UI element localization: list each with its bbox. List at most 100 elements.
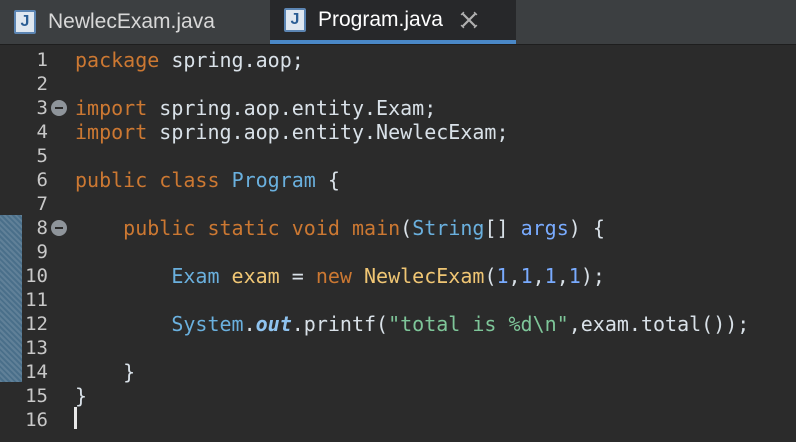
code-token: Program	[231, 168, 316, 192]
code-token: import	[75, 96, 148, 120]
code-token: class	[159, 168, 220, 192]
code-line[interactable]: 3 import spring.aop.entity.Exam;	[0, 96, 796, 120]
fold-collapse-icon[interactable]	[51, 100, 67, 116]
code-token: .	[243, 312, 256, 336]
code-text: System.out.printf("total is %d\n",exam.t…	[75, 312, 749, 336]
code-token: args	[520, 216, 569, 240]
code-token: exam	[231, 264, 280, 288]
line-number: 16	[25, 409, 48, 431]
code-token: (	[400, 216, 413, 240]
code-token: "total is %d\n"	[388, 312, 569, 336]
code-token: (	[484, 264, 497, 288]
code-token: .printf(	[291, 312, 389, 336]
line-number: 2	[36, 73, 48, 95]
line-number: 11	[25, 289, 48, 311]
code-token: out	[255, 312, 292, 336]
tab-newlecexam-java[interactable]: J NewlecExam.java	[0, 0, 270, 44]
code-token: static	[207, 216, 280, 240]
code-line[interactable]: 2	[0, 72, 796, 96]
code-line[interactable]: 14 }	[0, 360, 796, 384]
java-file-icon: J	[14, 10, 36, 34]
code-line[interactable]: 11	[0, 288, 796, 312]
code-line[interactable]: 15}	[0, 384, 796, 408]
code-token: package	[75, 48, 160, 72]
line-number: 7	[36, 193, 48, 215]
code-token: }	[75, 384, 88, 408]
code-line[interactable]: 4 import spring.aop.entity.NewlecExam;	[0, 120, 796, 144]
code-text: public class Program {	[75, 168, 340, 192]
text-caret	[74, 407, 77, 429]
code-line[interactable]: 7	[0, 192, 796, 216]
code-token: Exam	[171, 264, 220, 288]
code-token: ,exam.total());	[568, 312, 750, 336]
line-number: 13	[25, 337, 48, 359]
code-token: spring.aop.entity.NewlecExam;	[147, 120, 509, 144]
code-text: import spring.aop.entity.Exam;	[75, 96, 436, 120]
line-number: 3	[36, 97, 48, 119]
code-line[interactable]: 12 System.out.printf("total is %d\n",exa…	[0, 312, 796, 336]
code-line[interactable]: 9	[0, 240, 796, 264]
tab-program-java[interactable]: J Program.java	[270, 0, 516, 44]
code-token: NewlecExam	[364, 264, 485, 288]
close-icon[interactable]	[459, 10, 479, 30]
line-number: 15	[25, 385, 48, 407]
code-token: new	[315, 264, 352, 288]
code-line[interactable]: 1 package spring.aop;	[0, 48, 796, 72]
code-token: main	[351, 216, 401, 240]
line-number: 10	[25, 265, 48, 287]
tab-label: NewlecExam.java	[48, 10, 215, 33]
tab-label: Program.java	[318, 8, 443, 31]
editor-tab-bar: J NewlecExam.java J Program.java	[0, 0, 796, 45]
line-number: 5	[36, 145, 48, 167]
code-token: 1	[568, 264, 581, 288]
line-number: 9	[36, 241, 48, 263]
code-text: import spring.aop.entity.NewlecExam;	[75, 120, 508, 144]
code-token: {	[315, 168, 340, 192]
code-line[interactable]: 8 public static void main(String[] args)…	[0, 216, 796, 240]
code-token: import	[75, 120, 148, 144]
line-number: 14	[25, 361, 48, 383]
code-token: 1	[520, 264, 533, 288]
code-line[interactable]: 5	[0, 144, 796, 168]
code-line[interactable]: 13	[0, 336, 796, 360]
java-file-icon: J	[284, 8, 306, 32]
code-token: ) {	[568, 216, 605, 240]
code-line[interactable]: 6 public class Program {	[0, 168, 796, 192]
code-text: }	[75, 384, 87, 408]
code-line[interactable]: 16	[0, 408, 796, 432]
code-token: 1	[496, 264, 509, 288]
code-token: ,	[508, 264, 521, 288]
code-token: []	[484, 216, 521, 240]
code-text: public static void main(String[] args) {	[75, 216, 605, 240]
code-token: String	[412, 216, 485, 240]
code-token: System	[171, 312, 244, 336]
line-number: 4	[36, 121, 48, 143]
line-number: 1	[36, 49, 48, 71]
code-token: );	[580, 264, 605, 288]
code-text: }	[75, 360, 135, 384]
code-token: ,	[532, 264, 545, 288]
code-token: void	[291, 216, 340, 240]
code-token: spring.aop;	[159, 48, 304, 72]
code-token: ,	[556, 264, 569, 288]
code-line[interactable]: 10 Exam exam = new NewlecExam(1,1,1,1);	[0, 264, 796, 288]
line-number: 6	[36, 169, 48, 191]
code-editor[interactable]: 1 package spring.aop; 2 3 import spring.aop.…	[0, 45, 796, 442]
fold-collapse-icon[interactable]	[51, 220, 67, 236]
code-token: public	[75, 168, 148, 192]
code-token: =	[279, 264, 316, 288]
code-text: package spring.aop;	[75, 48, 304, 72]
code-token: spring.aop.entity.Exam;	[147, 96, 437, 120]
code-token: public	[123, 216, 196, 240]
code-token: 1	[544, 264, 557, 288]
